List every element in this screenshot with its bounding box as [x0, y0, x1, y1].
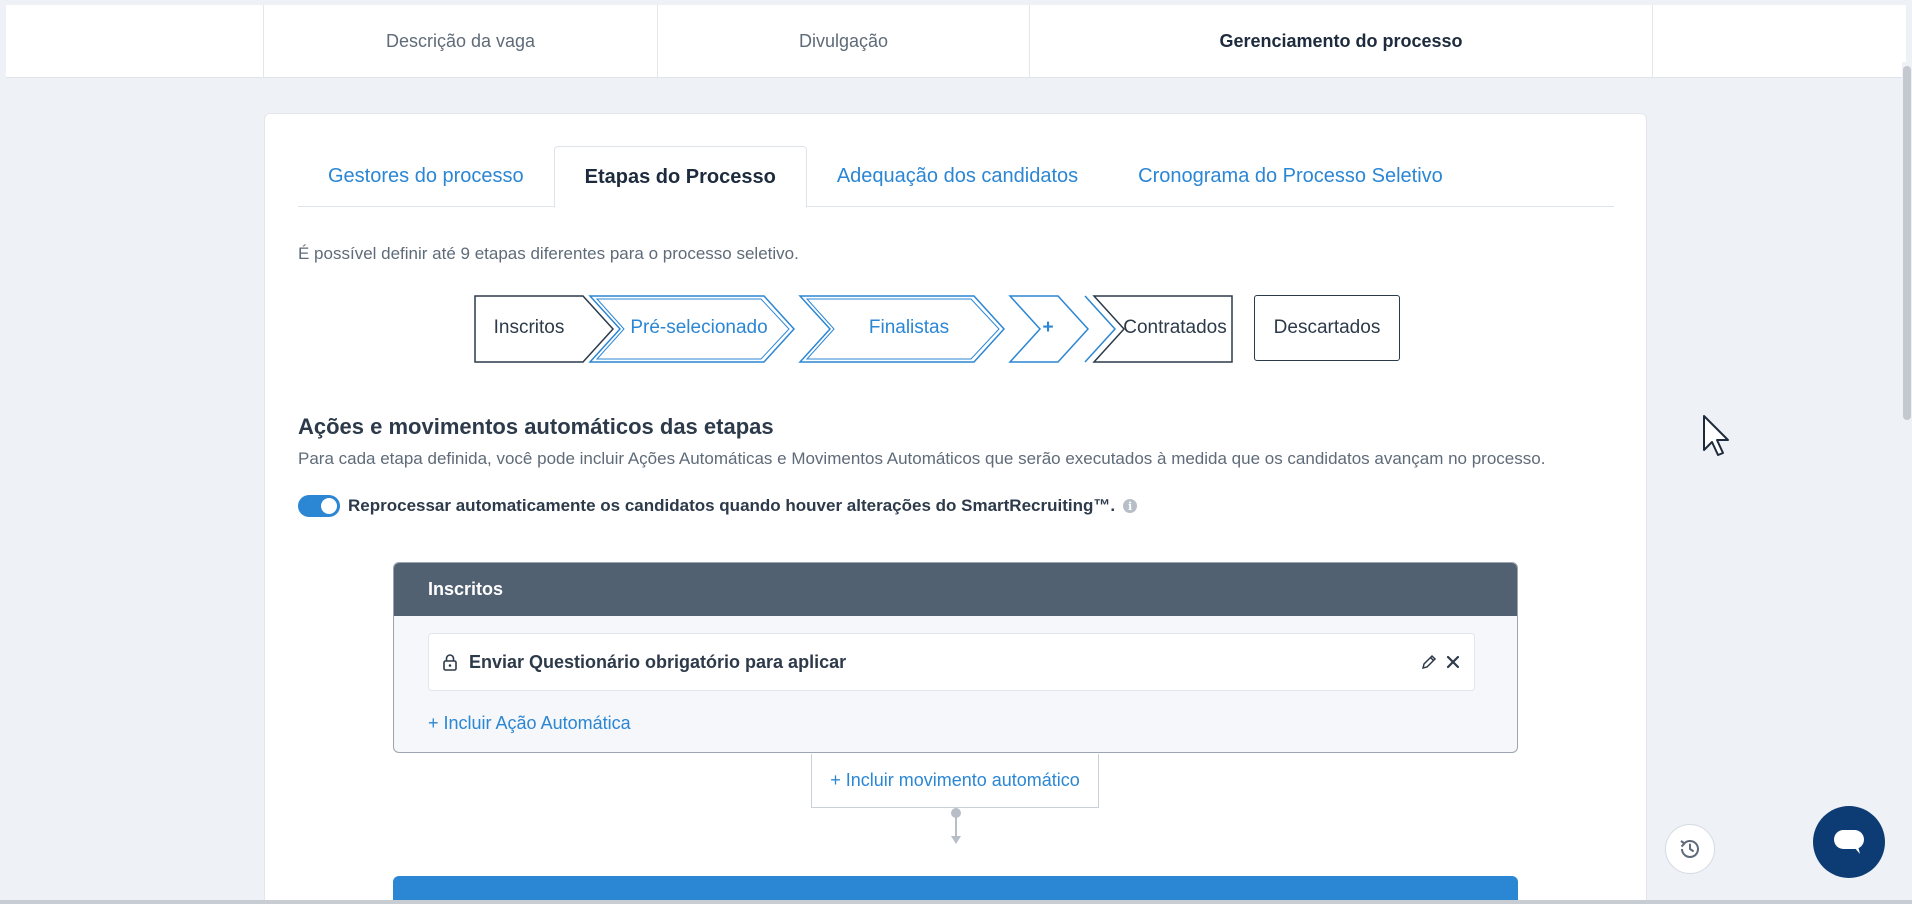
top-tabs: Descrição da vaga Divulgação Gerenciamen…: [263, 5, 1653, 78]
panel-header: Inscritos: [394, 563, 1517, 616]
add-automatic-action-link[interactable]: + Incluir Ação Automática: [428, 713, 631, 734]
tab-process-stages[interactable]: Etapas do Processo: [553, 146, 807, 208]
automatic-action-row: Enviar Questionário obrigatório para apl…: [428, 633, 1475, 691]
window-bottom-edge: [0, 900, 1912, 904]
reprocess-toggle[interactable]: [298, 495, 340, 517]
connector-arrow-icon: [951, 808, 961, 844]
stage-contratados[interactable]: Contratados: [1119, 295, 1231, 361]
add-stage-button[interactable]: +: [1024, 295, 1072, 361]
sub-tabs: Gestores do processo Etapas do Processo …: [298, 146, 1614, 208]
scrollbar-thumb[interactable]: [1903, 66, 1911, 420]
tab-process-schedule[interactable]: Cronograma do Processo Seletivo: [1108, 146, 1473, 207]
tab-publication[interactable]: Divulgação: [658, 5, 1030, 78]
close-icon[interactable]: [1444, 653, 1462, 671]
toggle-knob: [321, 498, 337, 514]
action-text: Enviar Questionário obrigatório para apl…: [469, 651, 847, 672]
lock-icon: [443, 654, 457, 671]
automation-description: Para cada etapa definida, você pode incl…: [298, 449, 1546, 468]
stage-flow: Inscritos Pré-selecionado Finalistas + C…: [474, 295, 1434, 363]
tab-process-management[interactable]: Gerenciamento do processo: [1030, 5, 1652, 78]
history-button[interactable]: [1665, 824, 1715, 874]
mouse-cursor-icon: [1703, 415, 1729, 456]
stage-preselecionado[interactable]: Pré-selecionado: [614, 295, 784, 361]
reprocess-toggle-label: Reprocessar automaticamente os candidato…: [348, 496, 1116, 515]
stages-limit-info: É possível definir até 9 etapas diferent…: [298, 244, 799, 263]
scrollbar[interactable]: [1902, 62, 1912, 900]
tab-process-managers[interactable]: Gestores do processo: [298, 146, 554, 207]
tab-job-description[interactable]: Descrição da vaga: [264, 5, 658, 78]
reprocess-toggle-row: Reprocessar automaticamente os candidato…: [298, 495, 1138, 517]
automation-title: Ações e movimentos automáticos das etapa…: [298, 414, 774, 439]
stage-descartados[interactable]: Descartados: [1254, 295, 1400, 361]
top-nav: Descrição da vaga Divulgação Gerenciamen…: [6, 5, 1906, 78]
history-icon: [1680, 840, 1699, 858]
info-icon[interactable]: i: [1123, 499, 1138, 513]
pencil-icon[interactable]: [1420, 653, 1438, 671]
chat-icon: [1834, 830, 1864, 854]
chat-button[interactable]: [1813, 806, 1885, 878]
stage-panel-inscritos: Inscritos Enviar Questionário obrigatóri…: [393, 562, 1518, 753]
stage-finalistas[interactable]: Finalistas: [824, 295, 994, 361]
tab-candidate-fit[interactable]: Adequação dos candidatos: [807, 146, 1108, 207]
main-card: Gestores do processo Etapas do Processo …: [264, 113, 1647, 904]
stage-inscritos[interactable]: Inscritos: [474, 295, 584, 361]
add-automatic-movement-button[interactable]: + Incluir movimento automático: [811, 754, 1099, 808]
